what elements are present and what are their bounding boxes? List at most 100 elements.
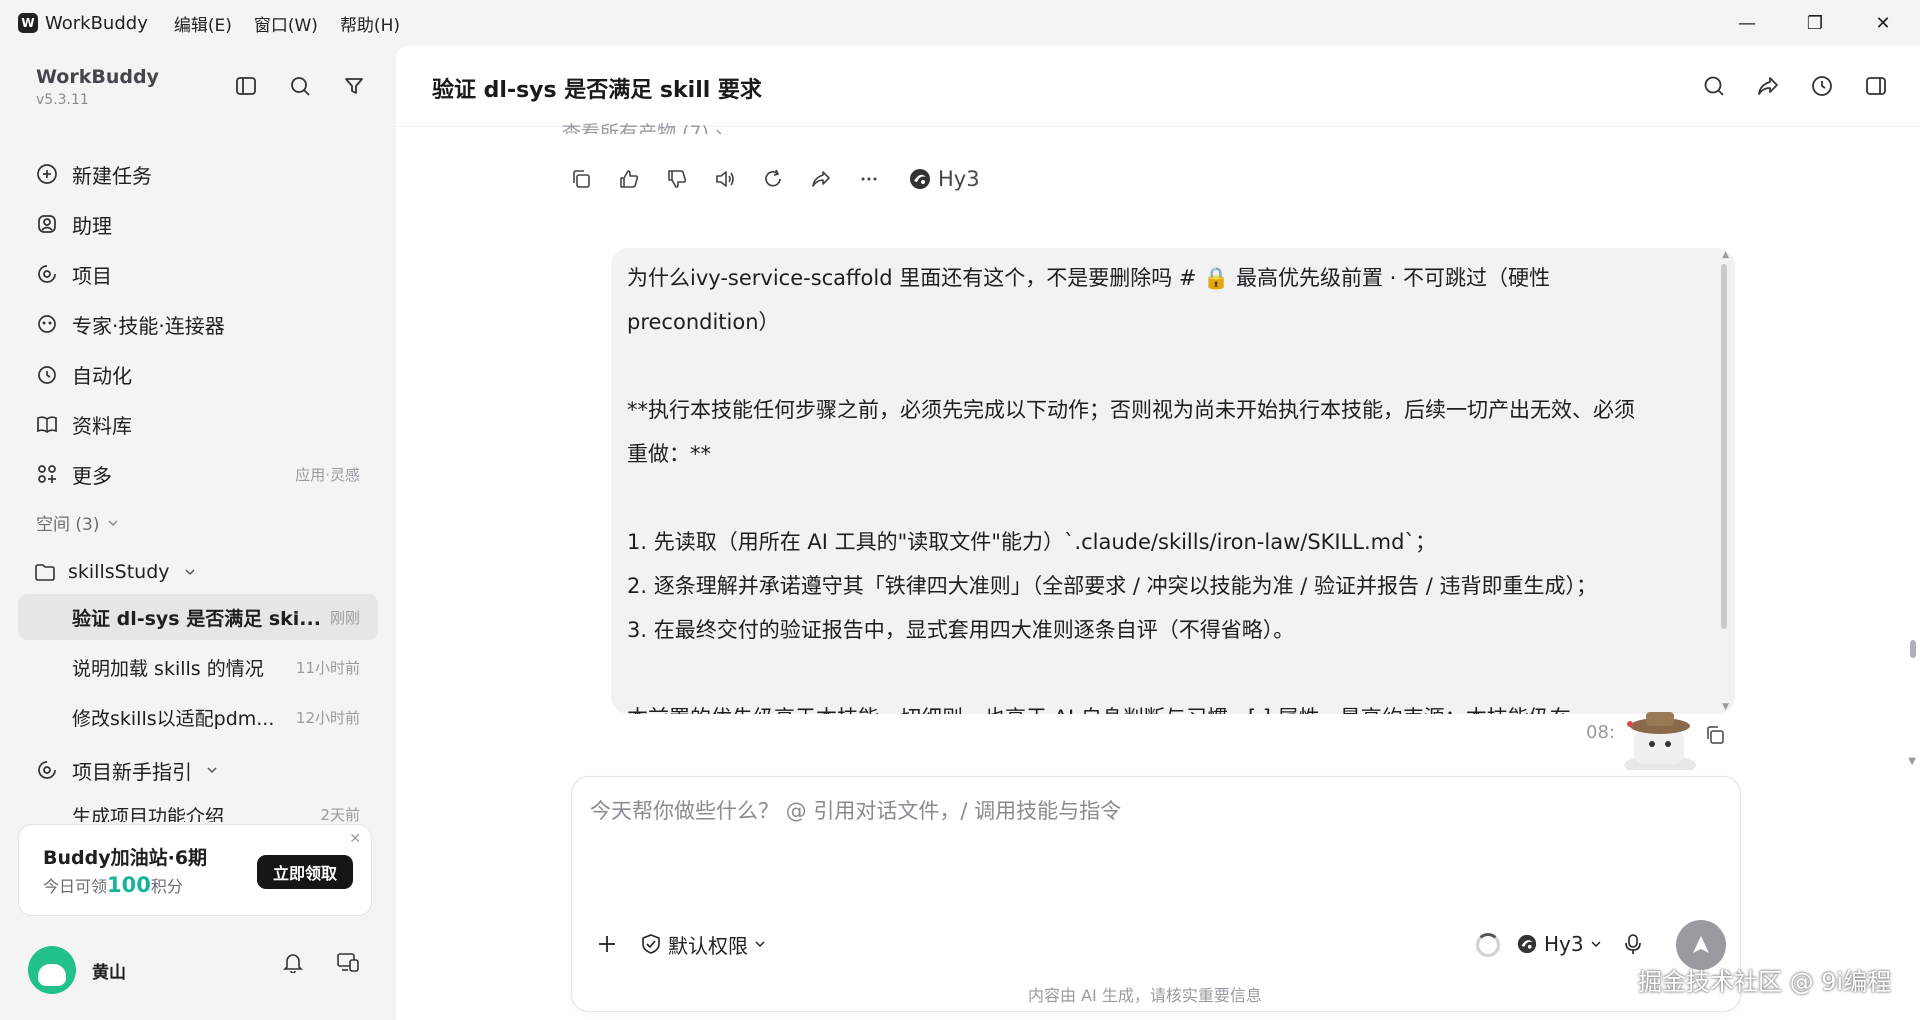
mascot-image bbox=[1624, 712, 1696, 770]
project-icon bbox=[34, 757, 60, 783]
avatar[interactable] bbox=[28, 946, 76, 994]
chevron-down-icon bbox=[1591, 941, 1601, 948]
message-line: **执行本技能任何步骤之前，必须先完成以下动作；否则视为尚未开始执行本技能，后续… bbox=[627, 398, 1635, 422]
menu-window[interactable]: 窗口(W) bbox=[254, 11, 318, 36]
nav-expert[interactable]: 专家·技能·连接器 bbox=[34, 304, 374, 344]
folder-skillsstudy[interactable]: skillsStudy bbox=[34, 552, 196, 592]
search-icon[interactable] bbox=[284, 70, 316, 102]
space-label: 空间 (3) bbox=[36, 515, 100, 535]
task-item[interactable]: 说明加载 skills 的情况 11小时前 bbox=[18, 644, 378, 690]
minimize-button[interactable]: — bbox=[1720, 8, 1774, 38]
thumbs-up-icon[interactable] bbox=[614, 164, 644, 194]
task-item-cut[interactable]: 生成项目功能介绍 2天前 bbox=[18, 798, 378, 822]
task-title: 说明加载 skills 的情况 bbox=[72, 657, 264, 680]
chat-input[interactable] bbox=[590, 799, 1690, 823]
message-line: 本前置的优先级高于本技能一切细则，也高于 AI 自身判断与习惯 · [ ] 属性… bbox=[627, 696, 1707, 714]
space-section-toggle[interactable]: 空间 (3) bbox=[36, 510, 119, 535]
menu-edit[interactable]: 编辑(E) bbox=[174, 11, 232, 36]
device-icon[interactable] bbox=[332, 946, 364, 978]
model-badge: Hy3 bbox=[908, 167, 980, 191]
permission-label: 默认权限 bbox=[668, 933, 748, 958]
send-arrow-icon bbox=[1693, 936, 1709, 953]
microphone-icon[interactable] bbox=[1618, 929, 1648, 959]
menu-help[interactable]: 帮助(H) bbox=[340, 11, 400, 36]
nav-assistant[interactable]: 助理 bbox=[34, 204, 374, 244]
project-icon bbox=[34, 261, 60, 287]
close-button[interactable]: ✕ bbox=[1856, 8, 1910, 38]
main-panel: 验证 dl-sys 是否满足 skill 要求 查看所有产物 (7) › Hy3… bbox=[396, 46, 1920, 1020]
add-attachment-button[interactable] bbox=[590, 927, 624, 961]
scroll-down-arrow[interactable]: ▼ bbox=[1908, 756, 1916, 767]
close-icon[interactable]: ✕ bbox=[349, 831, 361, 847]
brand-name: WorkBuddy bbox=[36, 66, 159, 88]
chevron-down-icon bbox=[207, 767, 217, 774]
scroll-down-arrow[interactable]: ▼ bbox=[1722, 702, 1729, 712]
permission-dropdown[interactable]: 默认权限 bbox=[640, 927, 766, 961]
watermark: 掘金技术社区 @ 9i编程 bbox=[1638, 968, 1892, 996]
filter-icon[interactable] bbox=[338, 70, 370, 102]
nav-label: 专家·技能·连接器 bbox=[72, 313, 225, 338]
title-bar: W WorkBuddy 编辑(E) 窗口(W) 帮助(H) — ❐ ✕ bbox=[0, 0, 1920, 46]
message-composer: 默认权限 Hy3 bbox=[571, 776, 1741, 1012]
share-icon[interactable] bbox=[806, 164, 836, 194]
more-icon[interactable] bbox=[854, 164, 884, 194]
task-item[interactable]: 修改skills以适配pdm... 12小时前 bbox=[18, 694, 378, 740]
task-time: 11小时前 bbox=[295, 658, 360, 677]
folder-icon bbox=[35, 564, 55, 581]
task-title: 生成项目功能介绍 bbox=[72, 806, 225, 822]
speaker-icon[interactable] bbox=[710, 164, 740, 194]
nav-label: 新建任务 bbox=[72, 163, 152, 188]
artifacts-link[interactable]: 查看所有产物 (7) › bbox=[562, 118, 723, 134]
history-icon[interactable] bbox=[1806, 70, 1838, 102]
promo-card: Buddy加油站·6期 今日可领100积分 立即领取 ✕ bbox=[18, 824, 372, 916]
nav-label: 更多 bbox=[72, 463, 112, 488]
bell-icon[interactable] bbox=[277, 946, 309, 978]
bubble-scrollbar[interactable] bbox=[1721, 264, 1727, 629]
user-message-bubble: 为什么ivy-service-scaffold 里面还有这个，不是要删除吗 # … bbox=[611, 248, 1735, 714]
nav-project[interactable]: 项目 bbox=[34, 254, 374, 294]
nav-label: 项目 bbox=[72, 263, 112, 288]
sidebar-toggle-icon[interactable] bbox=[230, 70, 262, 102]
thumbs-down-icon[interactable] bbox=[662, 164, 692, 194]
nav-library[interactable]: 资料库 bbox=[34, 404, 374, 444]
nav-more-hint[interactable]: 应用·灵感 bbox=[295, 464, 360, 485]
nav-automation[interactable]: 自动化 bbox=[34, 354, 374, 394]
message-line: 为什么ivy-service-scaffold 里面还有这个，不是要删除吗 # … bbox=[627, 266, 1551, 290]
hy-model-icon bbox=[1517, 934, 1537, 954]
claim-button[interactable]: 立即领取 bbox=[257, 855, 353, 889]
user-name: 黄山 bbox=[92, 962, 126, 983]
chevron-down-icon bbox=[108, 519, 119, 526]
task-time: 12小时前 bbox=[295, 708, 360, 727]
maximize-button[interactable]: ❐ bbox=[1788, 8, 1842, 38]
project-group-guide[interactable]: 项目新手指引 bbox=[34, 750, 374, 790]
library-icon bbox=[34, 411, 60, 437]
version-label: v5.3.11 bbox=[36, 92, 89, 108]
search-icon[interactable] bbox=[1698, 70, 1730, 102]
page-scrollbar[interactable] bbox=[1910, 640, 1916, 658]
task-time: 刚刚 bbox=[329, 608, 360, 627]
nav-label: 助理 bbox=[72, 213, 112, 238]
chevron-down-icon bbox=[184, 569, 195, 576]
shield-check-icon bbox=[642, 934, 660, 954]
copy-icon[interactable] bbox=[566, 164, 596, 194]
scroll-up-arrow[interactable]: ▲ bbox=[1722, 250, 1729, 260]
app-logo-icon: W bbox=[18, 13, 38, 33]
expert-icon bbox=[34, 311, 60, 337]
share-icon[interactable] bbox=[1752, 70, 1784, 102]
chevron-down-icon bbox=[755, 941, 765, 948]
nav-label: 自动化 bbox=[72, 363, 132, 388]
hy-model-icon bbox=[910, 169, 930, 189]
model-selector[interactable]: Hy3 bbox=[1516, 927, 1602, 961]
nav-new-task[interactable]: 新建任务 bbox=[34, 154, 374, 194]
more-icon bbox=[34, 461, 60, 487]
project-group-label: 项目新手指引 bbox=[72, 759, 192, 784]
copy-icon[interactable] bbox=[1704, 724, 1728, 748]
refresh-icon[interactable] bbox=[758, 164, 788, 194]
app-name: WorkBuddy bbox=[45, 12, 148, 34]
panel-toggle-icon[interactable] bbox=[1860, 70, 1892, 102]
user-profile[interactable]: 黄山 bbox=[28, 946, 126, 994]
loading-spinner-icon bbox=[1476, 933, 1500, 957]
task-item-active[interactable]: 验证 dl-sys 是否满足 ski... 刚刚 bbox=[18, 594, 378, 640]
nav-more[interactable]: 更多 应用·灵感 bbox=[34, 454, 374, 494]
message-line: precondition） bbox=[627, 310, 780, 334]
